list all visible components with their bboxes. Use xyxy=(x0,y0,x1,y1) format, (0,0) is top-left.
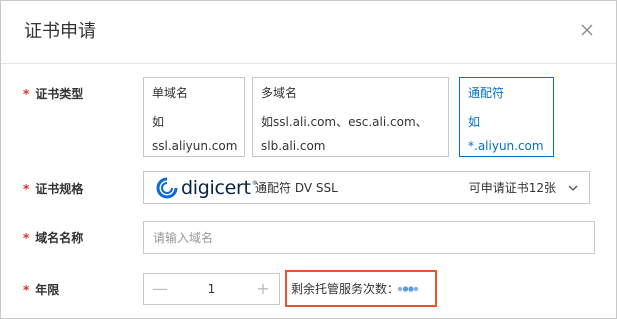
cert-type-wildcard[interactable]: 通配符 如*.aliyun.com xyxy=(459,77,554,157)
domain-name-label-text: 域名名称 xyxy=(35,231,84,245)
cert-type-multi-title: 多域名 xyxy=(261,86,298,100)
loading-icon xyxy=(397,286,419,292)
close-icon[interactable] xyxy=(578,21,596,39)
years-stepper: — 1 + xyxy=(143,273,280,305)
cert-spec-label-text: 证书规格 xyxy=(35,182,84,196)
dialog-title: 证书申请 xyxy=(24,21,96,42)
required-mark: * xyxy=(23,231,30,245)
domain-name-input[interactable] xyxy=(143,221,595,254)
cert-type-wildcard-example: 如*.aliyun.com xyxy=(468,115,544,153)
cert-type-multi-example-line1: 如ssl.ali.com、esc.ali.com、 xyxy=(261,115,428,129)
increment-button[interactable]: + xyxy=(247,274,279,304)
cert-type-multi-example: 如ssl.ali.com、esc.ali.com、 slb.ali.com xyxy=(261,110,428,158)
cert-type-single-example: 如ssl.aliyun.com xyxy=(152,115,238,153)
required-mark: * xyxy=(23,283,30,297)
dialog-header: 证书申请 xyxy=(1,1,616,64)
digicert-logo: digicert ® xyxy=(156,177,258,199)
remaining-count-text: 剩余托管服务次数： xyxy=(291,282,400,296)
cert-type-label-text: 证书类型 xyxy=(35,87,84,101)
years-value[interactable]: 1 xyxy=(176,274,247,304)
required-mark: * xyxy=(23,182,30,196)
required-mark: * xyxy=(23,87,30,101)
cert-spec-product: 通配符 DV SSL xyxy=(255,181,338,195)
chevron-down-icon[interactable] xyxy=(567,182,579,194)
years-label: * 年限 xyxy=(23,282,59,298)
cert-type-multi-domain[interactable]: 多域名 如ssl.ali.com、esc.ali.com、 slb.ali.co… xyxy=(252,77,449,157)
certificate-application-dialog: 证书申请 * 证书类型 单域名 如ssl.aliyun.com 多域名 如ssl.… xyxy=(0,0,617,319)
cert-spec-quota: 可申请证书12张 xyxy=(468,181,556,195)
decrement-button[interactable]: — xyxy=(144,274,176,304)
cert-spec-select[interactable]: digicert ® 通配符 DV SSL 可申请证书12张 xyxy=(143,171,590,204)
domain-name-label: * 域名名称 xyxy=(23,230,83,246)
digicert-wordmark: digicert xyxy=(181,177,251,199)
digicert-mark-icon xyxy=(156,177,178,199)
cert-spec-label: * 证书规格 xyxy=(23,181,83,197)
cert-type-label: * 证书类型 xyxy=(23,86,83,102)
years-label-text: 年限 xyxy=(35,283,60,297)
cert-type-single-domain[interactable]: 单域名 如ssl.aliyun.com xyxy=(143,77,245,157)
cert-type-multi-example-line2: slb.ali.com xyxy=(261,139,326,153)
cert-type-single-title: 单域名 xyxy=(152,86,189,100)
cert-type-wildcard-title: 通配符 xyxy=(468,86,505,100)
